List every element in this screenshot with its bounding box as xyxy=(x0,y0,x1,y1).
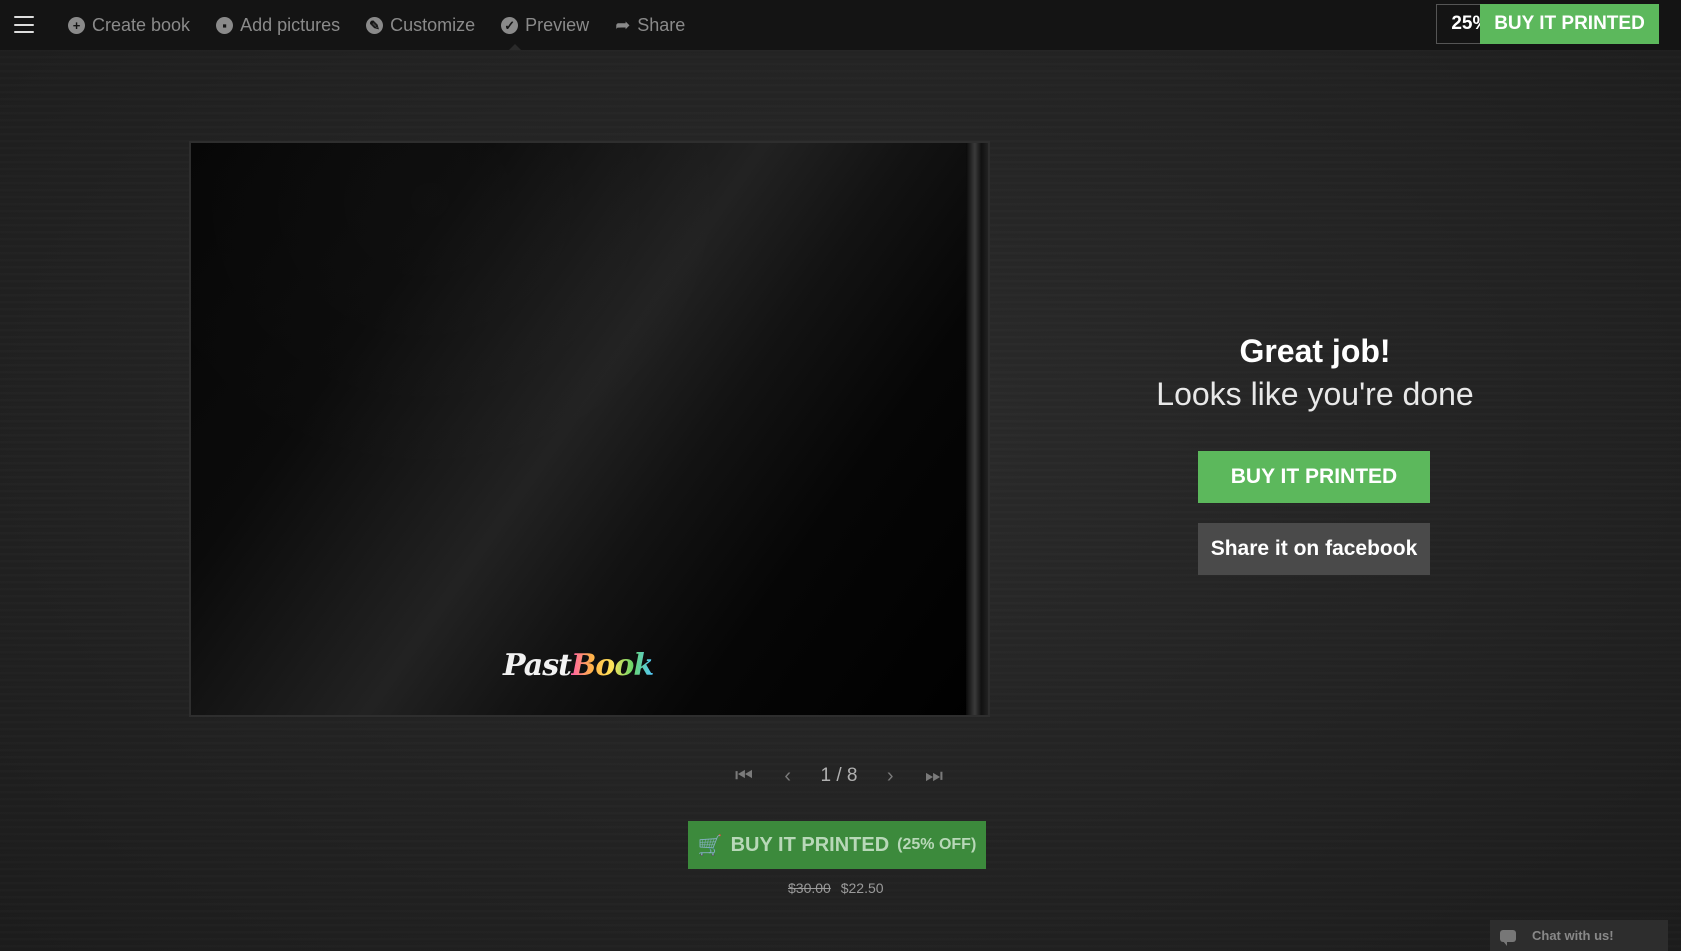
done-subtitle: Looks like you're done xyxy=(1156,376,1474,412)
menu-icon[interactable] xyxy=(14,16,34,33)
page: + Create book ▪ Add pictures ✎ Customize… xyxy=(0,0,1681,951)
buy-printed-button-bottom[interactable]: 🛒 BUY IT PRINTED (25% OFF) xyxy=(688,821,986,869)
price-info: $30.00 $22.50 xyxy=(788,880,884,896)
first-page-icon[interactable]: ⏮ xyxy=(733,765,755,788)
step-share[interactable]: ➦ Share xyxy=(615,0,685,50)
step-create-book[interactable]: + Create book xyxy=(68,0,190,50)
step-preview[interactable]: ✓ Preview xyxy=(501,0,589,50)
chevron-left-icon[interactable]: ‹ xyxy=(777,765,799,788)
chat-label: Chat with us! xyxy=(1532,928,1614,943)
book-spine xyxy=(966,143,988,715)
chat-widget[interactable]: Chat with us! xyxy=(1490,920,1668,951)
step-customize[interactable]: ✎ Customize xyxy=(366,0,475,50)
done-title: Great job! xyxy=(1239,333,1391,369)
step-label: Preview xyxy=(525,14,590,35)
old-price: $30.00 xyxy=(788,880,831,896)
step-label: Create book xyxy=(92,14,191,35)
new-price: $22.50 xyxy=(840,880,884,896)
pastbook-logo: PastBook xyxy=(503,648,654,683)
buy-label: BUY IT PRINTED xyxy=(730,833,890,856)
step-label: Add pictures xyxy=(240,14,341,35)
share-facebook-button[interactable]: Share it on facebook xyxy=(1198,523,1430,575)
buy-printed-button[interactable]: BUY IT PRINTED xyxy=(1198,451,1430,503)
plus-circle-icon: + xyxy=(68,16,85,34)
pencil-circle-icon: ✎ xyxy=(366,16,384,34)
share-arrow-icon: ➦ xyxy=(615,14,631,35)
step-label: Customize xyxy=(390,14,476,35)
image-circle-icon: ▪ xyxy=(216,16,234,34)
buy-discount-label: (25% OFF) xyxy=(897,836,977,853)
last-page-icon[interactable]: ⏭ xyxy=(923,765,945,788)
chevron-right-icon[interactable]: › xyxy=(879,765,901,788)
wizard-steps: + Create book ▪ Add pictures ✎ Customize… xyxy=(68,0,685,50)
book-preview[interactable]: PastBook xyxy=(189,141,990,717)
step-label: Share xyxy=(637,14,686,35)
chat-bubble-icon xyxy=(1500,929,1516,946)
cart-icon: 🛒 xyxy=(697,834,723,857)
page-counter: 1 / 8 xyxy=(820,765,858,786)
check-circle-icon: ✓ xyxy=(501,16,519,34)
buy-printed-button-top[interactable]: BUY IT PRINTED xyxy=(1480,4,1659,44)
top-bar: + Create book ▪ Add pictures ✎ Customize… xyxy=(0,0,1681,50)
page-navigator: ⏮ ‹ 1 / 8 › ⏭ xyxy=(733,760,945,792)
step-add-pictures[interactable]: ▪ Add pictures xyxy=(216,0,340,50)
